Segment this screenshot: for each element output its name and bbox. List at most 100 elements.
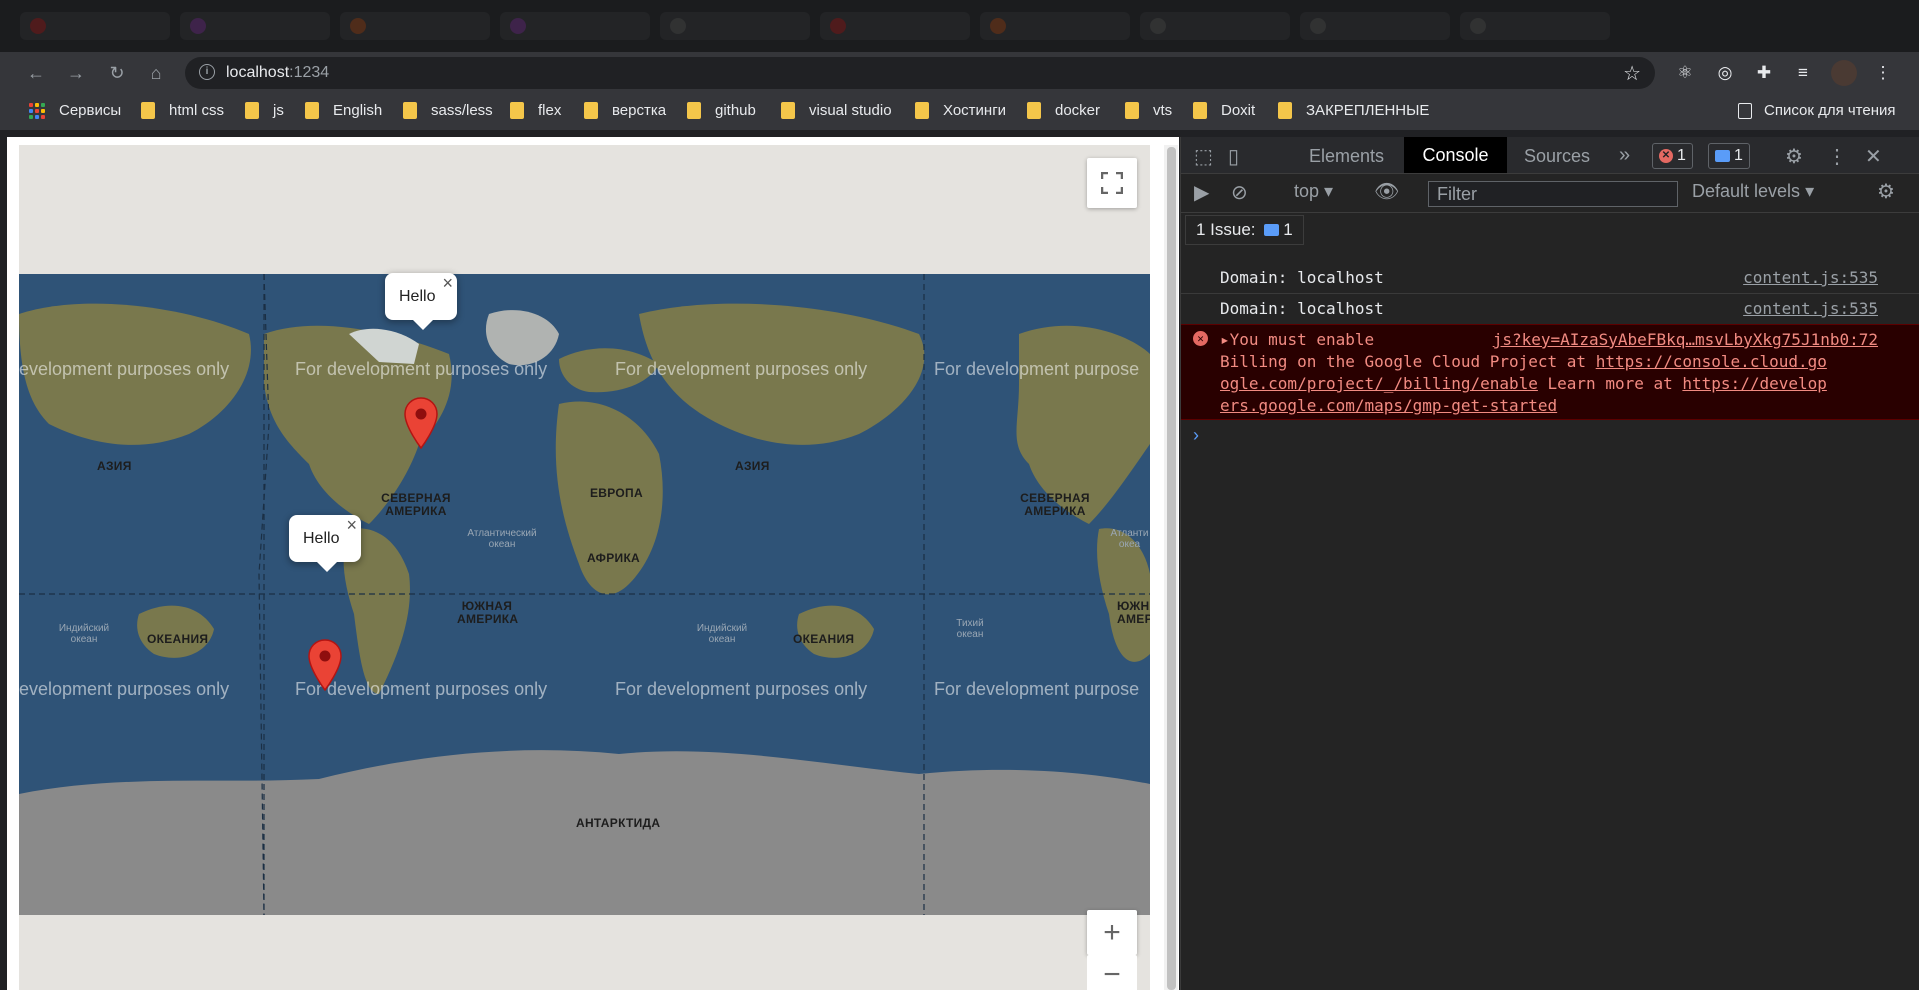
context-select[interactable]: top ▾ — [1294, 181, 1333, 202]
react-devtools-icon[interactable]: ⚛ — [1672, 60, 1698, 86]
menu-kebab-icon[interactable]: ⋮ — [1870, 60, 1896, 86]
console-filter-input[interactable]: Filter — [1428, 181, 1678, 207]
bookmark-label: docker — [1055, 102, 1101, 119]
extension-target-icon[interactable]: ◎ — [1712, 60, 1738, 86]
devtools-menu-kebab-icon[interactable]: ⋮ — [1827, 144, 1847, 169]
error-line-1[interactable]: ▸You must enable — [1220, 330, 1374, 349]
bookmark-folder[interactable]: Хостинги — [915, 102, 1006, 119]
bookmark-folder[interactable]: sass/less — [403, 102, 493, 119]
error-source-link[interactable]: js?key=AIzaSyAbeFBkq…msvLbyXkg75J1nb0:72 — [1493, 330, 1878, 349]
bookmark-folder[interactable]: docker — [1027, 102, 1100, 119]
reading-list-button[interactable]: Список для чтения — [1738, 102, 1896, 119]
devtools-tabbar: ⬚ ▯ Elements Console Sources » ✕ 1 1 ⚙ ⋮ … — [1181, 137, 1919, 174]
browser-tab[interactable] — [340, 12, 490, 40]
avatar[interactable] — [1831, 60, 1857, 86]
info-window[interactable]: Hello × — [289, 515, 361, 572]
browser-toolbar: ← → ↻ ⌂ i localhost:1234 ☆ ⚛ ◎ ✚ ≡ ⋮ — [0, 52, 1919, 94]
tab-sources[interactable]: Sources — [1524, 146, 1590, 167]
home-button[interactable]: ⌂ — [143, 60, 169, 86]
zoom-out-button[interactable]: − — [1087, 955, 1137, 990]
address-bar[interactable]: i localhost:1234 ☆ — [185, 57, 1655, 89]
bookmark-folder[interactable]: Doxit — [1193, 102, 1255, 119]
scrollbar-thumb[interactable] — [1167, 147, 1176, 990]
extensions-puzzle-icon[interactable]: ✚ — [1751, 60, 1777, 86]
map-marker-icon[interactable] — [308, 639, 342, 691]
tab-elements[interactable]: Elements — [1309, 146, 1384, 167]
bookmark-folder[interactable]: flex — [510, 102, 561, 119]
bookmark-folder[interactable]: visual studio — [781, 102, 892, 119]
message-count-badge[interactable]: 1 — [1708, 143, 1750, 169]
browser-tab[interactable] — [20, 12, 170, 40]
browser-tab[interactable] — [820, 12, 970, 40]
map-label-pacific: Тихий океан — [956, 618, 984, 640]
forward-button[interactable]: → — [63, 60, 89, 86]
bookmark-folder[interactable]: html css — [141, 102, 224, 119]
reload-button[interactable]: ↻ — [104, 60, 130, 86]
map-marker-icon[interactable] — [404, 397, 438, 449]
clear-console-icon[interactable]: ⊘ — [1231, 180, 1248, 205]
google-map[interactable]: evelopment purposes only For development… — [19, 145, 1150, 990]
info-window-text: Hello — [399, 288, 436, 305]
docs-link[interactable]: ers.google.com/maps/gmp-get-started — [1220, 396, 1557, 415]
log-source-link[interactable]: content.js:535 — [1743, 299, 1878, 318]
log-message: Domain: localhost — [1220, 268, 1384, 287]
folder-icon — [510, 102, 524, 119]
folder-icon — [245, 102, 259, 119]
fullscreen-button[interactable] — [1087, 158, 1137, 208]
close-devtools-icon[interactable]: ✕ — [1865, 144, 1882, 169]
close-icon[interactable]: × — [442, 273, 453, 294]
bookmark-label: visual studio — [809, 102, 892, 119]
browser-tab[interactable] — [1140, 12, 1290, 40]
billing-link[interactable]: https://console.cloud.go — [1596, 352, 1827, 371]
browser-tab[interactable] — [180, 12, 330, 40]
zoom-in-button[interactable]: + — [1087, 910, 1137, 955]
browser-tab[interactable] — [980, 12, 1130, 40]
bookmark-apps[interactable]: Сервисы — [29, 102, 121, 119]
media-queue-icon[interactable]: ≡ — [1790, 60, 1816, 86]
close-icon[interactable]: × — [346, 515, 357, 536]
log-source-link[interactable]: content.js:535 — [1743, 268, 1878, 287]
browser-tab[interactable] — [500, 12, 650, 40]
bookmark-folder[interactable]: vts — [1125, 102, 1172, 119]
map-label-south-america: ЮЖНА АМЕРИК — [1117, 600, 1150, 626]
browser-tab[interactable] — [1460, 12, 1610, 40]
bookmark-folder[interactable]: верстка — [584, 102, 666, 119]
settings-gear-icon[interactable]: ⚙ — [1785, 144, 1803, 169]
bookmark-folder[interactable]: ЗАКРЕПЛЕННЫЕ — [1278, 102, 1429, 119]
bookmark-label: sass/less — [431, 102, 493, 119]
bookmark-star-icon[interactable]: ☆ — [1623, 61, 1641, 86]
sidebar-toggle-icon[interactable]: ▶ — [1194, 180, 1209, 205]
device-toolbar-icon[interactable]: ▯ — [1228, 144, 1239, 169]
zoom-in-label: + — [1103, 915, 1121, 949]
map-label-atlantic: Атланти океа — [1110, 528, 1149, 550]
site-info-icon[interactable]: i — [199, 64, 215, 80]
billing-link[interactable]: ogle.com/project/_/billing/enable — [1220, 374, 1538, 393]
bookmark-label: English — [333, 102, 383, 119]
issues-bar[interactable]: 1 Issue: 1 — [1185, 215, 1304, 245]
info-window[interactable]: Hello × — [385, 273, 457, 330]
log-levels-select[interactable]: Default levels ▾ — [1692, 181, 1814, 202]
folder-icon — [1278, 102, 1292, 119]
page-scrollbar[interactable] — [1164, 145, 1178, 990]
live-expression-eye-icon[interactable]: 👁 — [1374, 179, 1399, 204]
error-count-badge[interactable]: ✕ 1 — [1652, 143, 1693, 169]
tab-console[interactable]: Console — [1404, 137, 1507, 173]
docs-link[interactable]: https://develop — [1682, 374, 1827, 393]
bookmark-folder[interactable]: English — [305, 102, 382, 119]
bookmark-folder[interactable]: js — [245, 102, 284, 119]
url-port: :1234 — [289, 64, 330, 81]
issues-label: 1 Issue: — [1196, 220, 1256, 239]
browser-tab[interactable] — [1300, 12, 1450, 40]
inspect-element-icon[interactable]: ⬚ — [1194, 144, 1213, 169]
map-label-africa: АФРИКА — [587, 551, 641, 565]
more-tabs-icon[interactable]: » — [1619, 144, 1630, 167]
back-button[interactable]: ← — [23, 60, 49, 86]
error-text: Learn more at — [1537, 374, 1683, 393]
bookmark-folder[interactable]: github — [687, 102, 756, 119]
browser-tab[interactable] — [660, 12, 810, 40]
dev-watermark: evelopment purposes only — [19, 679, 230, 699]
console-settings-gear-icon[interactable]: ⚙ — [1877, 179, 1895, 204]
map-label-north-america: СЕВЕРНАЯ АМЕРИКА — [1020, 491, 1090, 518]
console-prompt[interactable]: › — [1193, 425, 1199, 446]
bookmark-label: Сервисы — [59, 102, 122, 119]
